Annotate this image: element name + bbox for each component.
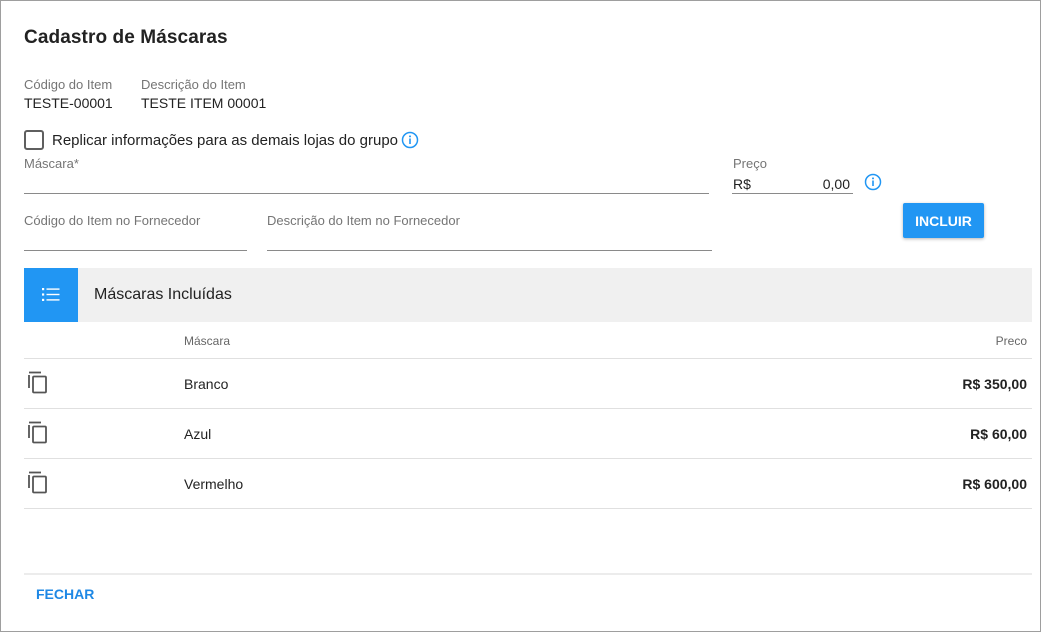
info-icon[interactable] [401,131,419,149]
mask-input[interactable] [24,173,708,191]
list-icon [41,286,61,309]
copy-icon[interactable] [27,421,49,445]
replicate-label[interactable]: Replicar informações para as demais loja… [52,132,398,149]
supplier-description-label: Descrição do Item no Fornecedor [267,213,460,228]
column-header-price: Preco [995,334,1027,348]
mask-field-underline [24,193,709,194]
copy-icon[interactable] [27,371,49,395]
include-button[interactable]: INCLUIR [903,203,984,238]
price-field-label: Preço [733,156,767,171]
price-input[interactable] [761,175,850,193]
replicate-checkbox[interactable] [24,130,44,150]
mask-registration-dialog: Cadastro de Máscaras Código do Item TEST… [0,0,1041,632]
dialog-title: Cadastro de Máscaras [24,27,228,48]
footer-divider [24,573,1032,575]
item-description-label: Descrição do Item [141,77,246,92]
supplier-code-input[interactable] [24,230,246,248]
mask-field-label: Máscara* [24,156,79,171]
copy-icon[interactable] [27,471,49,495]
list-icon-box [24,268,78,322]
table-divider [24,358,1032,359]
row-mask-name: Vermelho [184,476,244,492]
price-info-icon[interactable] [864,173,882,191]
close-button[interactable]: FECHAR [36,586,94,602]
price-field-underline [732,193,853,194]
row-divider [24,458,1032,459]
supplier-code-label: Código do Item no Fornecedor [24,213,201,228]
row-mask-name: Branco [184,376,229,392]
row-price: R$ 350,00 [962,376,1027,392]
supplier-description-input[interactable] [267,230,711,248]
item-description-value: TESTE ITEM 00001 [141,95,267,111]
item-code-value: TESTE-00001 [24,95,113,111]
row-price: R$ 600,00 [962,476,1027,492]
supplier-description-underline [267,250,712,251]
included-masks-title: Máscaras Incluídas [94,286,232,303]
row-divider [24,408,1032,409]
supplier-code-underline [24,250,247,251]
column-header-mask: Máscara [184,334,231,348]
included-masks-header: Máscaras Incluídas [24,268,1032,322]
price-currency-symbol: R$ [733,176,751,192]
row-price: R$ 60,00 [970,426,1027,442]
item-code-label: Código do Item [24,77,113,92]
row-divider [24,508,1032,509]
row-mask-name: Azul [184,426,212,442]
